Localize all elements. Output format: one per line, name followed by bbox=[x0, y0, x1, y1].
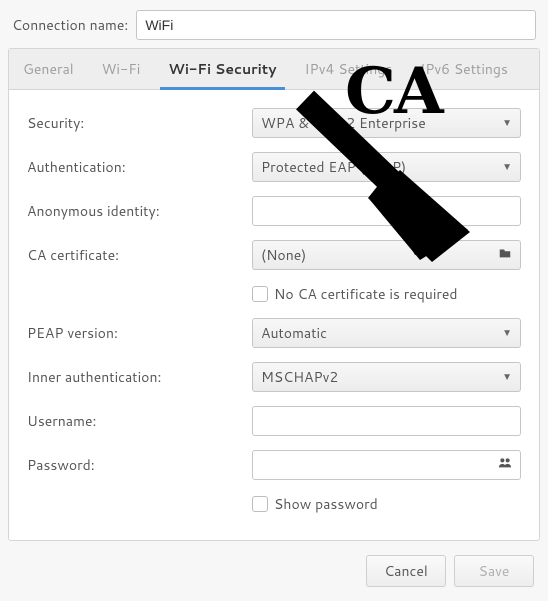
tab-wifi[interactable]: Wi-Fi bbox=[88, 49, 155, 89]
no-ca-required-label: No CA certificate is required bbox=[274, 284, 458, 304]
security-value: WPA & WPA2 Enterprise bbox=[261, 113, 426, 133]
show-password-label: Show password bbox=[274, 494, 378, 514]
username-input[interactable] bbox=[252, 406, 521, 436]
inner-auth-row: Inner authentication: MSCHAPv2 ▼ bbox=[27, 362, 521, 392]
chevron-down-icon: ▼ bbox=[502, 116, 512, 130]
tab-ipv4-settings[interactable]: IPv4 Settings bbox=[291, 49, 407, 89]
authentication-select[interactable]: Protected EAP (PEAP) ▼ bbox=[252, 152, 521, 182]
username-row: Username: bbox=[27, 406, 521, 436]
peap-version-label: PEAP version: bbox=[27, 323, 252, 343]
show-password-checkbox[interactable] bbox=[252, 496, 268, 512]
anonymous-identity-input[interactable] bbox=[252, 196, 521, 226]
inner-auth-label: Inner authentication: bbox=[27, 367, 252, 387]
no-ca-required-row: No CA certificate is required bbox=[27, 284, 521, 304]
username-label: Username: bbox=[27, 411, 252, 431]
authentication-value: Protected EAP (PEAP) bbox=[261, 157, 406, 177]
tab-wifi-security[interactable]: Wi-Fi Security bbox=[154, 49, 290, 89]
tab-ipv6-settings[interactable]: IPv6 Settings bbox=[406, 49, 522, 89]
peap-version-select[interactable]: Automatic ▼ bbox=[252, 318, 521, 348]
no-ca-required-checkbox[interactable] bbox=[252, 286, 268, 302]
button-bar: Cancel Save bbox=[0, 541, 548, 601]
ca-certificate-value: (None) bbox=[261, 245, 306, 265]
password-label: Password: bbox=[27, 455, 252, 475]
security-row: Security: WPA & WPA2 Enterprise ▼ bbox=[27, 108, 521, 138]
chevron-down-icon: ▼ bbox=[502, 370, 512, 384]
authentication-label: Authentication: bbox=[27, 157, 252, 177]
form-area: Security: WPA & WPA2 Enterprise ▼ Authen… bbox=[9, 90, 539, 540]
password-row: Password: bbox=[27, 450, 521, 480]
anonymous-identity-row: Anonymous identity: bbox=[27, 196, 521, 226]
tab-general[interactable]: General bbox=[9, 49, 88, 89]
inner-auth-value: MSCHAPv2 bbox=[261, 367, 338, 387]
security-label: Security: bbox=[27, 113, 252, 133]
cancel-button[interactable]: Cancel bbox=[366, 555, 446, 587]
chevron-down-icon: ▼ bbox=[502, 160, 512, 174]
password-input[interactable] bbox=[252, 450, 521, 480]
peap-version-value: Automatic bbox=[261, 323, 327, 343]
connection-name-label: Connection name: bbox=[12, 15, 128, 35]
anonymous-identity-label: Anonymous identity: bbox=[27, 201, 252, 221]
peap-version-row: PEAP version: Automatic ▼ bbox=[27, 318, 521, 348]
show-password-row: Show password bbox=[27, 494, 521, 514]
ca-certificate-chooser[interactable]: (None) bbox=[252, 240, 521, 270]
users-icon[interactable] bbox=[498, 455, 512, 475]
chevron-down-icon: ▼ bbox=[502, 326, 512, 340]
settings-panel: General Wi-Fi Wi-Fi Security IPv4 Settin… bbox=[8, 48, 540, 541]
inner-auth-select[interactable]: MSCHAPv2 ▼ bbox=[252, 362, 521, 392]
connection-name-input[interactable] bbox=[136, 10, 536, 40]
authentication-row: Authentication: Protected EAP (PEAP) ▼ bbox=[27, 152, 521, 182]
security-select[interactable]: WPA & WPA2 Enterprise ▼ bbox=[252, 108, 521, 138]
ca-certificate-row: CA certificate: (None) bbox=[27, 240, 521, 270]
ca-certificate-label: CA certificate: bbox=[27, 245, 252, 265]
tab-bar: General Wi-Fi Wi-Fi Security IPv4 Settin… bbox=[9, 49, 539, 90]
open-file-icon bbox=[498, 245, 512, 265]
save-button[interactable]: Save bbox=[454, 555, 534, 587]
header-row: Connection name: bbox=[0, 0, 548, 48]
